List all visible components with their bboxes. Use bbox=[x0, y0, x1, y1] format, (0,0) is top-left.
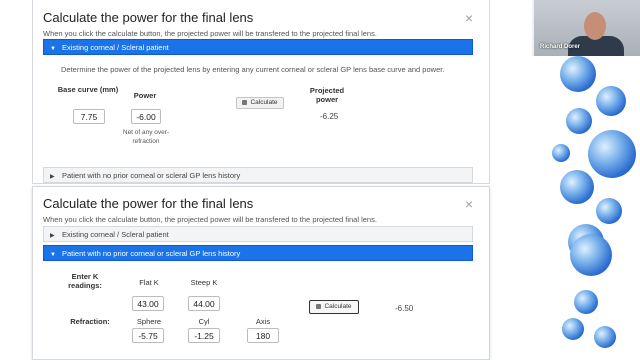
refraction-label: Refraction: bbox=[70, 317, 110, 326]
cyl-input[interactable]: -1.25 bbox=[188, 328, 220, 343]
panel-subtitle: When you click the calculate button, the… bbox=[43, 215, 377, 224]
decor-orb bbox=[594, 326, 616, 348]
description-text: Determine the power of the projected len… bbox=[61, 65, 445, 74]
enter-k-label: Enter K readings: bbox=[68, 272, 102, 290]
decor-orb bbox=[566, 108, 592, 134]
axis-label: Axis bbox=[255, 317, 271, 326]
close-icon[interactable]: × bbox=[465, 196, 473, 212]
accordion-existing-patient[interactable]: ▶ Existing corneal / Scleral patient bbox=[43, 226, 473, 242]
base-curve-label: Base curve (mm) bbox=[57, 85, 119, 94]
calculate-button[interactable]: Calculate bbox=[236, 97, 284, 109]
calc-power-panel-1: Calculate the power for the final lens ×… bbox=[32, 0, 490, 184]
cyl-label: Cyl bbox=[198, 317, 210, 326]
power-label: Power bbox=[133, 91, 157, 100]
panel-subtitle: When you click the calculate button, the… bbox=[43, 29, 377, 38]
calc-power-panel-2: Calculate the power for the final lens ×… bbox=[32, 186, 490, 360]
decor-orb bbox=[588, 130, 636, 178]
accordion-label: Existing corneal / Scleral patient bbox=[62, 43, 169, 52]
decor-orb bbox=[574, 290, 598, 314]
calculator-icon bbox=[242, 99, 248, 105]
accordion-no-history[interactable]: ▼ Patient with no prior corneal or sclera… bbox=[43, 245, 473, 261]
participant-name: Richard Dorer bbox=[540, 44, 581, 50]
decor-orb bbox=[560, 170, 594, 204]
caret-right-icon: ▶ bbox=[50, 174, 55, 180]
decor-orb bbox=[560, 56, 596, 92]
flat-k-label: Flat K bbox=[139, 278, 159, 287]
caret-right-icon: ▶ bbox=[50, 233, 55, 239]
accordion-label: Existing corneal / Scleral patient bbox=[62, 230, 169, 239]
participant-head bbox=[584, 12, 606, 40]
base-curve-input[interactable]: 7.75 bbox=[73, 109, 105, 124]
power-input[interactable]: -6.00 bbox=[131, 109, 161, 124]
decor-orb bbox=[570, 234, 612, 276]
steep-k-input[interactable]: 44.00 bbox=[188, 296, 220, 311]
caret-down-icon: ▼ bbox=[50, 252, 56, 258]
result-value: -6.50 bbox=[395, 304, 414, 313]
projected-power-value: -6.25 bbox=[320, 112, 339, 121]
flat-k-input[interactable]: 43.00 bbox=[132, 296, 164, 311]
calculator-icon bbox=[316, 303, 322, 309]
power-note: Net of any over-refraction bbox=[122, 129, 170, 145]
webpage: Calculate the power for the final lens ×… bbox=[0, 0, 532, 360]
accordion-label: Patient with no prior corneal or scleral… bbox=[62, 249, 241, 258]
accordion-no-history[interactable]: ▶ Patient with no prior corneal or sclera… bbox=[43, 167, 473, 183]
accordion-existing-patient[interactable]: ▼ Existing corneal / Scleral patient bbox=[43, 39, 473, 55]
caret-down-icon: ▼ bbox=[50, 46, 56, 52]
panel-title: Calculate the power for the final lens bbox=[43, 10, 254, 25]
video-tile[interactable]: Richard Dorer bbox=[534, 0, 640, 56]
close-icon[interactable]: × bbox=[465, 10, 473, 26]
calculate-label: Calculate bbox=[324, 303, 352, 310]
decor-orb bbox=[552, 144, 570, 162]
steep-k-label: Steep K bbox=[190, 278, 218, 287]
calculate-label: Calculate bbox=[250, 99, 278, 106]
decorative-background bbox=[532, 56, 640, 360]
decor-orb bbox=[596, 198, 622, 224]
sphere-label: Sphere bbox=[136, 317, 162, 326]
projected-power-label: Projected power bbox=[309, 86, 345, 104]
decor-orb bbox=[596, 86, 626, 116]
decor-orb bbox=[562, 318, 584, 340]
axis-input[interactable]: 180 bbox=[247, 328, 279, 343]
accordion-label: Patient with no prior corneal or scleral… bbox=[62, 171, 241, 180]
sphere-input[interactable]: -5.75 bbox=[132, 328, 164, 343]
panel-title: Calculate the power for the final lens bbox=[43, 196, 254, 211]
calculate-button[interactable]: Calculate bbox=[309, 300, 359, 314]
